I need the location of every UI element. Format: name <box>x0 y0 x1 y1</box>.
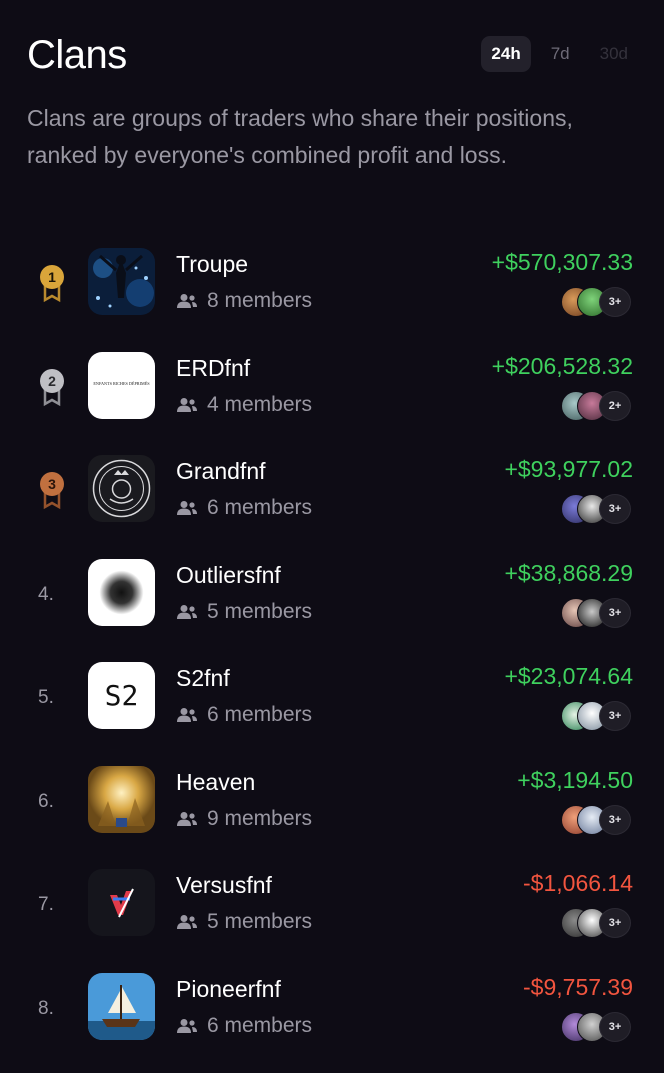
clan-row[interactable]: 4. Outliersfnf 5 members +$38,868.29 3+ <box>0 556 664 660</box>
rank-number: 1 <box>48 269 56 285</box>
members-icon <box>176 500 198 516</box>
grandfnf-logo-icon <box>88 455 155 522</box>
member-avatars: 3+ <box>561 493 633 523</box>
more-members-badge: 3+ <box>599 908 631 938</box>
clan-list: 1 Troupe 8 members +$570,307.33 3+ <box>0 245 664 1073</box>
member-count: 6 members <box>176 703 312 727</box>
member-count: 6 members <box>176 1014 312 1038</box>
gold-medal-icon: 1 <box>37 263 67 303</box>
member-count-label: 5 members <box>207 600 312 624</box>
more-members-badge: 3+ <box>599 287 631 317</box>
tab-7d[interactable]: 7d <box>541 36 580 72</box>
more-members-badge: 3+ <box>599 805 631 835</box>
rank-number: 3 <box>48 476 56 492</box>
pnl-value: -$9,757.39 <box>523 974 633 1001</box>
tab-30d[interactable]: 30d <box>590 36 638 72</box>
members-icon <box>176 1018 198 1034</box>
pioneerfnf-logo-icon <box>88 973 155 1040</box>
clan-row[interactable]: 7. Versusfnf 5 members -$1,066.14 3+ <box>0 866 664 970</box>
header: Clans 24h 7d 30d <box>27 30 638 80</box>
member-count-label: 6 members <box>207 703 312 727</box>
member-count-label: 4 members <box>207 393 312 417</box>
members-icon <box>176 293 198 309</box>
member-count: 4 members <box>176 393 312 417</box>
pnl-value: +$23,074.64 <box>504 663 633 690</box>
clan-row[interactable]: 6. Heaven 9 members +$3,194.50 3+ <box>0 763 664 867</box>
member-avatars: 3+ <box>561 804 633 834</box>
member-avatars: 3+ <box>561 286 633 316</box>
more-members-badge: 3+ <box>599 494 631 524</box>
tab-24h[interactable]: 24h <box>481 36 530 72</box>
pnl-value: +$93,977.02 <box>504 456 633 483</box>
members-icon <box>176 604 198 620</box>
member-count: 6 members <box>176 496 312 520</box>
clan-name: S2fnf <box>176 665 230 692</box>
clan-row[interactable]: 8. Pioneerfnf 6 members -$9,757.39 3+ <box>0 970 664 1073</box>
member-count: 5 members <box>176 910 312 934</box>
members-icon <box>176 914 198 930</box>
timeframe-tabs: 24h 7d 30d <box>481 36 638 72</box>
member-count: 5 members <box>176 600 312 624</box>
member-count-label: 5 members <box>207 910 312 934</box>
pnl-value: -$1,066.14 <box>523 870 633 897</box>
member-count: 8 members <box>176 289 312 313</box>
members-icon <box>176 397 198 413</box>
members-icon <box>176 707 198 723</box>
more-members-badge: 3+ <box>599 598 631 628</box>
clan-row[interactable]: 5. S2 S2fnf 6 members +$23,074.64 3+ <box>0 659 664 763</box>
more-members-badge: 3+ <box>599 1012 631 1042</box>
rank-number: 4. <box>38 584 54 606</box>
member-avatars: 2+ <box>561 390 633 420</box>
clan-name: Heaven <box>176 769 255 796</box>
s2fnf-logo-icon: S2 <box>88 662 155 729</box>
pnl-value: +$206,528.32 <box>492 353 633 380</box>
clan-name: ERDfnf <box>176 355 250 382</box>
silver-medal-icon: 2 <box>37 367 67 407</box>
rank-number: 8. <box>38 998 54 1020</box>
s2fnf-logo-text: S2 <box>105 679 139 712</box>
more-members-badge: 2+ <box>599 391 631 421</box>
more-members-badge: 3+ <box>599 701 631 731</box>
clan-row[interactable]: 2 ENFANTS RICHES DÉPRIMÉS ERDfnf 4 membe… <box>0 349 664 453</box>
clan-row[interactable]: 3 Grandfnf 6 members +$93,977.02 3+ <box>0 452 664 556</box>
pnl-value: +$570,307.33 <box>492 249 633 276</box>
rank-number: 5. <box>38 687 54 709</box>
bronze-medal-icon: 3 <box>37 470 67 510</box>
member-avatars: 3+ <box>561 597 633 627</box>
members-icon <box>176 811 198 827</box>
clan-row[interactable]: 1 Troupe 8 members +$570,307.33 3+ <box>0 245 664 349</box>
troupe-logo-icon <box>88 248 155 315</box>
member-count-label: 6 members <box>207 496 312 520</box>
clan-name: Pioneerfnf <box>176 976 281 1003</box>
pnl-value: +$38,868.29 <box>504 560 633 587</box>
member-avatars: 3+ <box>561 700 633 730</box>
outliersfnf-logo-icon <box>88 559 155 626</box>
rank-number: 2 <box>48 373 56 389</box>
pnl-value: +$3,194.50 <box>517 767 633 794</box>
member-avatars: 3+ <box>561 907 633 937</box>
page-title: Clans <box>27 30 127 80</box>
member-count-label: 8 members <box>207 289 312 313</box>
clan-name: Troupe <box>176 251 248 278</box>
member-count-label: 9 members <box>207 807 312 831</box>
clan-name: Outliersfnf <box>176 562 281 589</box>
versusfnf-logo-icon <box>88 869 155 936</box>
member-count: 9 members <box>176 807 312 831</box>
erdfnf-logo-icon: ENFANTS RICHES DÉPRIMÉS <box>88 352 155 419</box>
rank-number: 6. <box>38 791 54 813</box>
clan-name: Grandfnf <box>176 458 266 485</box>
erdfnf-logo-text: ENFANTS RICHES DÉPRIMÉS <box>93 381 150 386</box>
member-avatars: 3+ <box>561 1011 633 1041</box>
clans-description: Clans are groups of traders who share th… <box>27 100 627 174</box>
rank-number: 7. <box>38 894 54 916</box>
heaven-logo-icon <box>88 766 155 833</box>
member-count-label: 6 members <box>207 1014 312 1038</box>
clan-name: Versusfnf <box>176 872 272 899</box>
